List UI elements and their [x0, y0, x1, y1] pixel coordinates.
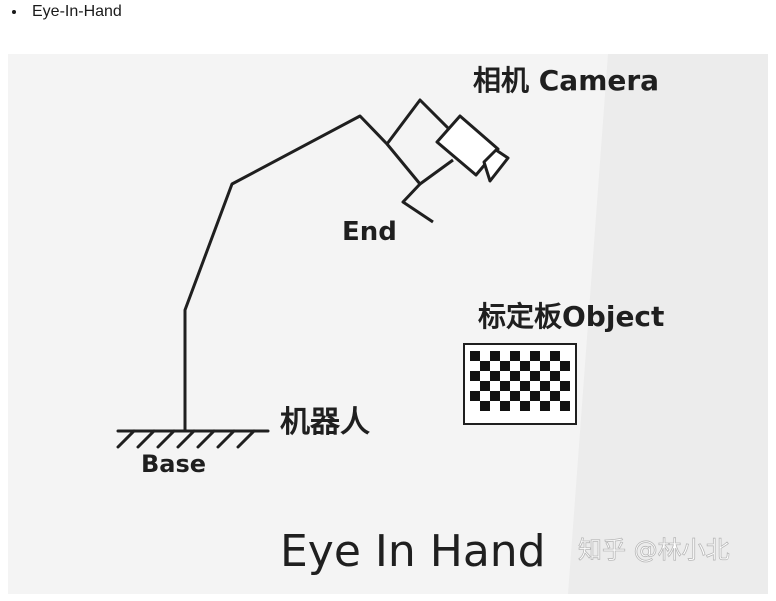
object-label: 标定板Object [478, 300, 664, 333]
calibration-board-icon [463, 343, 577, 425]
bullet-text: Eye-In-Hand [32, 3, 122, 20]
bullet-list-item: Eye-In-Hand [12, 2, 122, 22]
camera-label: 相机 Camera [473, 64, 659, 97]
base-label: Base [141, 450, 206, 478]
bullet-icon [12, 10, 16, 14]
robot-arm [183, 114, 389, 433]
end-effector [385, 98, 455, 224]
robot-label: 机器人 [280, 405, 370, 440]
watermark-text: 知乎 @林小北 [578, 536, 730, 564]
figure-title: Eye In Hand [280, 526, 546, 577]
eye-in-hand-figure: 相机 Camera End 标定板Object 机器人 Base Eye In … [8, 54, 768, 594]
end-label: End [342, 217, 397, 247]
base-ground [116, 429, 270, 449]
